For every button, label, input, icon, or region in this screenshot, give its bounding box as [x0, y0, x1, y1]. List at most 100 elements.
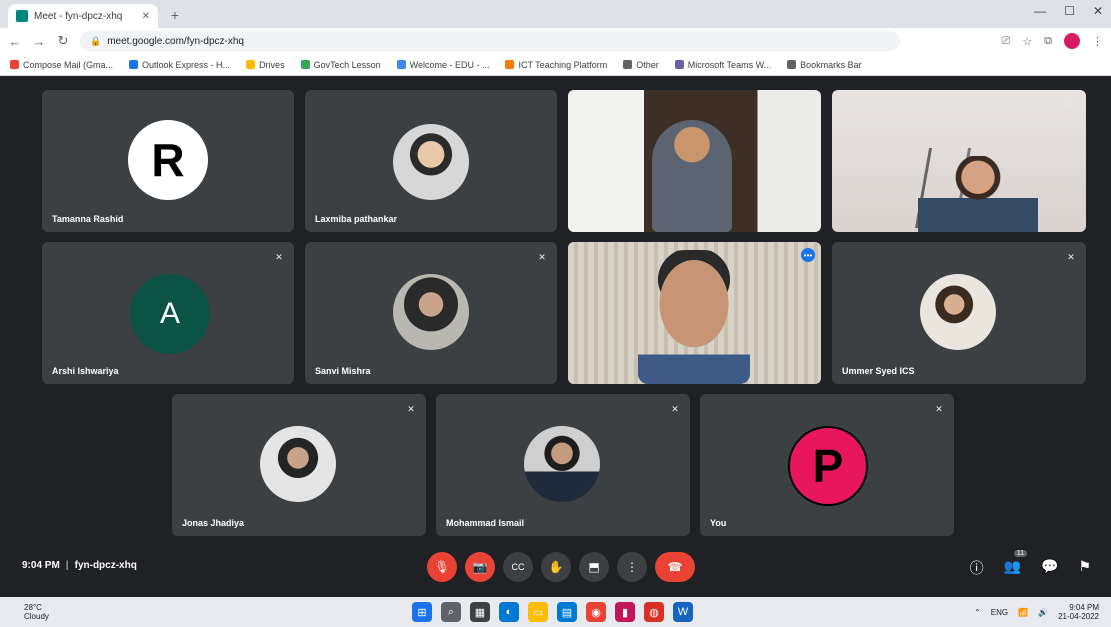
- lock-icon[interactable]: 🔒: [90, 36, 101, 47]
- clock[interactable]: 9:04 PM 21-04-2022: [1058, 603, 1099, 621]
- participant-tile[interactable]: A ✕ Arshi Ishwariya: [42, 242, 294, 384]
- participant-tile-self[interactable]: P ✕ You: [700, 394, 954, 536]
- participant-name: Tamanna Rashid: [52, 214, 124, 224]
- browser-tab[interactable]: Meet - fyn-dpcz-xhq ✕: [8, 4, 158, 28]
- participant-video-tile[interactable]: ◎: [832, 90, 1086, 232]
- people-button[interactable]: 👥 11: [1004, 550, 1027, 578]
- chrome-icon[interactable]: ◉: [586, 602, 606, 622]
- avatar: [393, 124, 469, 200]
- bookmark-favicon-icon: [10, 60, 19, 69]
- store-icon[interactable]: ▤: [557, 602, 577, 622]
- bookmark-favicon-icon: [623, 60, 633, 69]
- bookmark-item[interactable]: Drives: [246, 60, 285, 70]
- bookmark-item[interactable]: Microsoft Teams W...: [674, 60, 771, 70]
- reload-icon[interactable]: ↻: [56, 33, 70, 49]
- edge-icon[interactable]: ◐: [499, 602, 519, 622]
- camera-toggle-button[interactable]: 📷: [465, 552, 495, 582]
- bookmark-label: Welcome - EDU - ...: [409, 59, 490, 70]
- bookmark-label: Compose Mail (Gma...: [23, 59, 114, 70]
- end-call-button[interactable]: ☎: [655, 552, 695, 582]
- close-window-button[interactable]: ✕: [1093, 4, 1103, 18]
- participant-name: Jonas Jhadiya: [182, 518, 245, 528]
- participant-name: Sanvi Mishra: [315, 366, 371, 376]
- url-text: meet.google.com/fyn-dpcz-xhq: [107, 35, 244, 47]
- address-bar[interactable]: 🔒 meet.google.com/fyn-dpcz-xhq: [80, 31, 900, 51]
- person-silhouette: [638, 250, 750, 384]
- file-explorer-icon[interactable]: ▭: [528, 602, 548, 622]
- bookmark-item[interactable]: Bookmarks Bar: [787, 60, 862, 70]
- active-speaker-tile[interactable]: •••: [568, 242, 821, 384]
- star-icon[interactable]: ☆: [1022, 35, 1032, 48]
- search-icon[interactable]: ⌕: [441, 602, 461, 622]
- close-tab-icon[interactable]: ✕: [142, 11, 150, 22]
- meeting-details-icon[interactable]: ⓘ: [970, 558, 984, 578]
- mic-off-icon: ✕: [275, 251, 283, 262]
- extensions-icon[interactable]: ⧉: [1044, 35, 1052, 48]
- bookmark-item[interactable]: ICT Teaching Platform: [505, 60, 607, 70]
- participant-tile[interactable]: Laxmiba pathankar: [305, 90, 557, 232]
- bookmark-favicon-icon: [787, 60, 797, 69]
- bookmark-item[interactable]: Outlook Express - H...: [129, 60, 230, 70]
- present-screen-button[interactable]: ⬒: [579, 552, 609, 582]
- activities-icon[interactable]: ⚑: [1078, 558, 1091, 578]
- bookmark-item[interactable]: Other: [623, 60, 659, 70]
- tab-title: Meet - fyn-dpcz-xhq: [34, 10, 123, 22]
- app-icon[interactable]: ▮: [615, 602, 635, 622]
- more-options-button[interactable]: ⋮: [617, 552, 647, 582]
- mic-toggle-button[interactable]: 🎙: [427, 552, 457, 582]
- avatar: R: [128, 120, 208, 200]
- word-icon[interactable]: W: [673, 602, 693, 622]
- bookmark-item[interactable]: Welcome - EDU - ...: [396, 59, 490, 70]
- volume-icon[interactable]: 🔊: [1038, 608, 1048, 617]
- captions-button[interactable]: CC: [503, 552, 533, 582]
- meeting-controls-bar: 9:04 PM | fyn-dpcz-xhq 🎙 📷 CC ✋ ⬒ ⋮ ☎ ⓘ 👥 …: [0, 540, 1111, 597]
- mic-off-icon: ✕: [935, 403, 943, 414]
- avatar: P: [788, 426, 868, 506]
- participant-name: Ummer Syed ICS: [842, 366, 915, 376]
- avatar: [524, 426, 600, 502]
- participant-tile[interactable]: ✕ Mohammad Ismail: [436, 394, 690, 536]
- new-tab-button[interactable]: +: [164, 4, 186, 26]
- participant-tile[interactable]: R Tamanna Rashid: [42, 90, 294, 232]
- bookmark-favicon-icon: [300, 60, 310, 69]
- raise-hand-button[interactable]: ✋: [541, 552, 571, 582]
- participant-tile[interactable]: ✕ Sanvi Mishra: [305, 242, 557, 384]
- speaking-indicator-icon: •••: [801, 248, 815, 262]
- cast-icon[interactable]: ⎚: [1001, 35, 1010, 48]
- maximize-button[interactable]: ☐: [1064, 4, 1075, 18]
- window-controls: — ☐ ✕: [1034, 4, 1103, 18]
- participant-name: Laxmiba pathankar: [315, 214, 398, 224]
- chevron-up-icon[interactable]: ⌃: [974, 608, 981, 617]
- weather-widget[interactable]: 28°C Cloudy: [24, 603, 49, 621]
- chat-icon[interactable]: 💬: [1041, 558, 1058, 578]
- right-controls: ⓘ 👥 11 💬 ⚑: [970, 550, 1091, 578]
- bookmark-label: Other: [636, 59, 659, 70]
- menu-icon[interactable]: ⋮: [1092, 35, 1103, 48]
- avatar: A: [130, 274, 210, 354]
- meet-favicon-icon: [16, 10, 28, 22]
- participant-tile[interactable]: ✕ Jonas Jhadiya: [172, 394, 426, 536]
- opera-icon[interactable]: ◍: [644, 602, 664, 622]
- forward-icon[interactable]: →: [32, 34, 46, 49]
- language-indicator[interactable]: ENG: [991, 608, 1008, 617]
- bookmark-item[interactable]: Compose Mail (Gma...: [10, 60, 113, 70]
- bookmark-label: Bookmarks Bar: [800, 59, 862, 70]
- minimize-button[interactable]: —: [1034, 4, 1046, 18]
- meeting-info: 9:04 PM | fyn-dpcz-xhq: [22, 560, 137, 571]
- wifi-icon[interactable]: 📶: [1018, 608, 1028, 617]
- bookmark-label: Outlook Express - H...: [142, 59, 231, 70]
- participant-video-tile[interactable]: [568, 90, 821, 232]
- pin-icon[interactable]: ◎: [1066, 98, 1076, 108]
- participant-tile[interactable]: ✕ Ummer Syed ICS: [832, 242, 1086, 384]
- meeting-code: fyn-dpcz-xhq: [74, 560, 137, 571]
- weather-desc: Cloudy: [24, 612, 49, 621]
- start-icon[interactable]: ⊞: [412, 602, 432, 622]
- bookmark-label: GovTech Lesson: [313, 59, 381, 70]
- mic-off-icon: ✕: [407, 403, 415, 414]
- widgets-icon[interactable]: ▦: [470, 602, 490, 622]
- browser-toolbar: ← → ↻ 🔒 meet.google.com/fyn-dpcz-xhq ⎚ ☆…: [0, 28, 1111, 54]
- bookmark-label: ICT Teaching Platform: [518, 59, 608, 70]
- back-icon[interactable]: ←: [8, 34, 22, 49]
- profile-avatar[interactable]: [1064, 33, 1080, 49]
- bookmark-item[interactable]: GovTech Lesson: [300, 59, 381, 70]
